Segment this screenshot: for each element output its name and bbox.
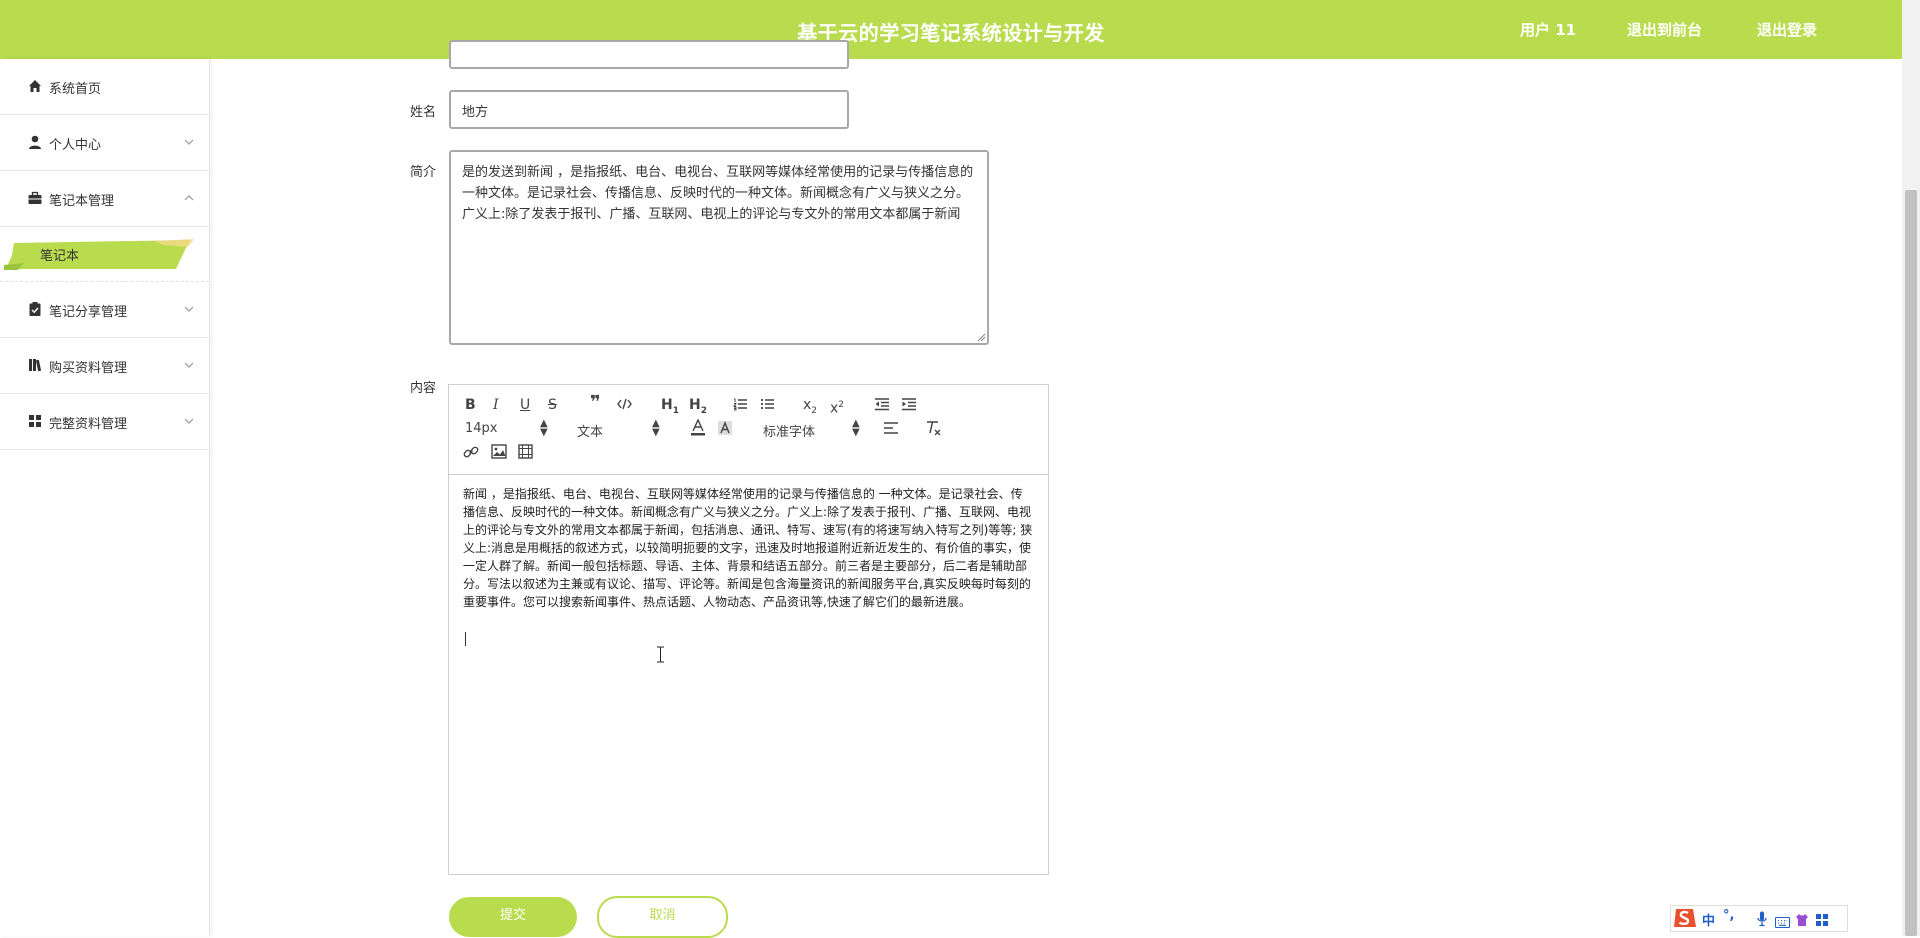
intro-label: 简介 [410,165,437,180]
mouse-ibeam-cursor-icon [657,646,664,663]
page-scrollbar[interactable] [1902,0,1920,936]
cancel-button[interactable]: 取消 [597,896,728,938]
link-icon[interactable] [463,444,479,460]
sidebar-item-purchase-material[interactable]: 购买资料管理 [0,338,209,394]
intro-text: 是的发送到新闻 ，是指报纸、电台、电视台、互联网等媒体经常使用的记录与传播信息的… [462,165,974,222]
name-input[interactable]: 地方 [449,90,849,129]
grid-icon [27,413,43,429]
font-family-select[interactable]: 标准字体 ▲ ▼ [763,419,863,441]
block-format-select[interactable]: 文本 ▲ ▼ [577,419,662,441]
ordered-list-icon[interactable] [733,397,748,411]
clear-format-icon[interactable] [925,420,942,436]
microphone-icon[interactable] [1757,911,1767,931]
sidebar-item-label: 笔记分享管理 [49,305,128,320]
previous-field-input[interactable] [449,40,849,69]
strikethrough-icon[interactable]: S [548,397,557,413]
briefcase-icon [27,190,43,206]
sidebar-item-label: 购买资料管理 [49,361,128,376]
rich-text-editor[interactable]: B I U S ❞ H1 H2 x2 x2 14px ▲ ▼ 文本 ▲ ▼ 标准… [448,384,1049,875]
user-link[interactable]: 用户 11 [1520,19,1576,40]
home-icon [27,78,43,94]
chevron-down-icon [184,303,194,313]
font-size-select[interactable]: 14px ▲ ▼ [465,419,550,438]
submit-button[interactable]: 提交 [449,897,577,937]
active-brush-highlight [4,239,194,270]
header2-icon[interactable]: H2 [689,397,707,419]
image-icon[interactable] [491,444,507,459]
outdent-icon[interactable] [874,397,890,411]
name-label: 姓名 [410,105,437,120]
editor-toolbar: B I U S ❞ H1 H2 x2 x2 14px ▲ ▼ 文本 ▲ ▼ 标准… [449,385,1048,475]
intro-textarea[interactable]: 是的发送到新闻 ，是指报纸、电台、电视台、互联网等媒体经常使用的记录与传播信息的… [449,150,989,345]
user-icon [27,134,43,150]
top-header: 基于云的学习笔记系统设计与开发 用户 11 退出到前台 退出登录 [0,0,1902,59]
sidebar-subitem-notebook[interactable]: 笔记本 [0,229,209,282]
sidebar-item-personal-center[interactable]: 个人中心 [0,115,209,171]
font-color-icon[interactable] [690,419,706,436]
bold-icon[interactable]: B [465,397,476,413]
align-icon[interactable] [883,421,899,435]
back-to-front-link[interactable]: 退出到前台 [1627,19,1702,40]
blockquote-icon[interactable]: ❞ [590,394,601,412]
sidebar-item-label: 系统首页 [49,82,102,97]
code-block-icon[interactable] [617,397,632,411]
editor-content[interactable]: 新闻 ，是指报纸、电台、电视台、互联网等媒体经常使用的记录与传播信息的 一种文体… [463,485,1033,611]
app-title: 基于云的学习笔记系统设计与开发 [797,21,1105,45]
resize-grip-icon[interactable] [976,332,986,342]
chevron-up-icon [184,192,194,202]
keyboard-icon[interactable] [1774,913,1791,932]
sidebar-item-note-share[interactable]: 笔记分享管理 [0,282,209,338]
underline-icon[interactable]: U [520,397,530,413]
sidebar-item-notebook-manage[interactable]: 笔记本管理 [0,171,209,227]
clipboard-check-icon [27,301,43,317]
punctuation-icon[interactable]: °, [1723,908,1734,923]
sidebar-item-label: 笔记本管理 [49,194,115,209]
sidebar-item-full-material[interactable]: 完整资料管理 [0,394,209,450]
video-icon[interactable] [518,444,533,459]
chevron-down-icon [184,415,194,425]
ime-toolbar[interactable]: 中 °, [1670,905,1848,932]
chevron-down-icon [184,136,194,146]
sidebar: 系统首页 个人中心 笔记本管理 笔记本 笔记分享管理 购买资料管理 完整资料管理 [0,59,210,936]
content-label: 内容 [410,381,437,396]
bullet-list-icon[interactable] [760,397,775,411]
chevron-down-icon [184,359,194,369]
ime-lang-toggle[interactable]: 中 [1702,910,1715,929]
skin-icon[interactable] [1795,912,1809,931]
italic-icon[interactable]: I [493,397,499,413]
sidebar-item-home[interactable]: 系统首页 [0,59,209,115]
book-icon [27,357,43,373]
header1-icon[interactable]: H1 [661,397,679,419]
background-color-icon[interactable] [717,420,733,436]
sogou-logo-icon [1674,909,1696,927]
sidebar-subitem-label: 笔记本 [40,249,80,264]
superscript-icon[interactable]: x2 [830,397,844,417]
scrollbar-thumb[interactable] [1905,190,1917,936]
text-caret [465,632,466,646]
sidebar-item-label: 个人中心 [49,138,102,153]
sidebar-item-label: 完整资料管理 [49,417,128,432]
logout-link[interactable]: 退出登录 [1757,19,1817,40]
indent-icon[interactable] [901,397,917,411]
subscript-icon[interactable]: x2 [803,397,817,419]
toolbox-grid-icon[interactable] [1815,912,1829,931]
